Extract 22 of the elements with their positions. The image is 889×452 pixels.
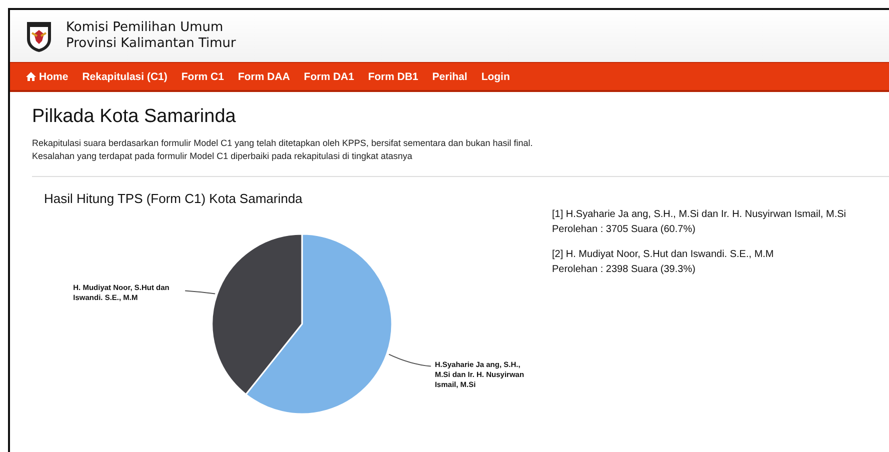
page-note: Kesalahan yang terdapat pada formulir Model C1 diperbaiki pada rekapitulasi di tingkat atasnya <box>32 150 414 163</box>
nav-link[interactable]: Home <box>26 70 68 82</box>
nav-link[interactable]: Form DA1 <box>304 70 354 82</box>
nav-link[interactable]: Rekapitulasi (C1) <box>82 70 168 82</box>
leader-line <box>184 290 216 294</box>
candidate-name: [1] H.Syaharie Ja ang, S.H., M.Si dan Ir. H. Nusyirwan Ismail, M.Si <box>552 208 846 222</box>
page-note: Rekapitulasi suara berdasarkan formulir Model C1 yang telah ditetapkan oleh KPPS, bersifat sementara dan bukan hasil final. <box>32 137 534 150</box>
chart-title: Hasil Hitung TPS (Form C1) Kota Samarinda <box>44 191 304 206</box>
nav-link[interactable]: Login <box>481 70 510 82</box>
candidate-name: [2] H. Mudiyat Noor, S.Hut dan Iswandi. S.E., M.M <box>552 248 775 262</box>
nav-link[interactable]: Form DB1 <box>368 70 418 82</box>
nav-link[interactable]: Form DAA <box>238 70 290 82</box>
nav-link[interactable]: Form C1 <box>181 70 224 82</box>
organization-region: Provinsi Kalimantan Timur <box>66 36 236 52</box>
vote-count: Perolehan : 3705 Suara (60.7%) <box>552 223 696 237</box>
home-icon <box>26 72 36 81</box>
vote-count: Perolehan : 2398 Suara (39.3%) <box>552 263 696 277</box>
nav-link[interactable]: Perihal <box>432 70 468 82</box>
organization-name: Komisi Pemilihan Umum <box>66 20 224 36</box>
page-title: Pilkada Kota Samarinda <box>32 106 237 128</box>
leader-line <box>388 354 432 367</box>
emblem-logo-icon <box>24 19 54 53</box>
